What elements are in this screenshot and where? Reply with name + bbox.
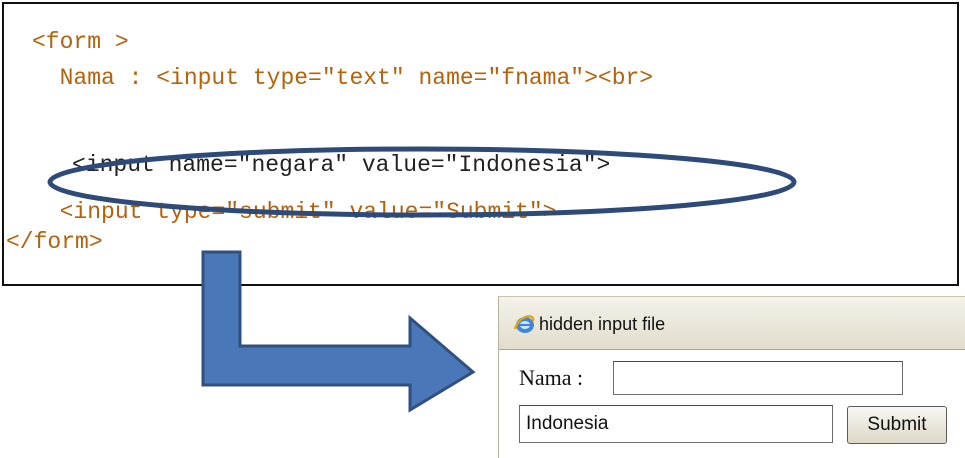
browser-preview-window: hidden input file Nama : Indonesia Submi… [498, 296, 965, 458]
window-title: hidden input file [539, 314, 666, 334]
browser-titlebar: hidden input file [499, 297, 965, 350]
browser-content: Nama : Indonesia Submit [499, 350, 965, 458]
submit-button[interactable]: Submit [847, 406, 947, 444]
negara-input[interactable]: Indonesia [519, 405, 833, 443]
nama-label: Nama : [519, 365, 584, 390]
internet-explorer-icon [513, 315, 535, 333]
fnama-input[interactable] [613, 361, 903, 395]
